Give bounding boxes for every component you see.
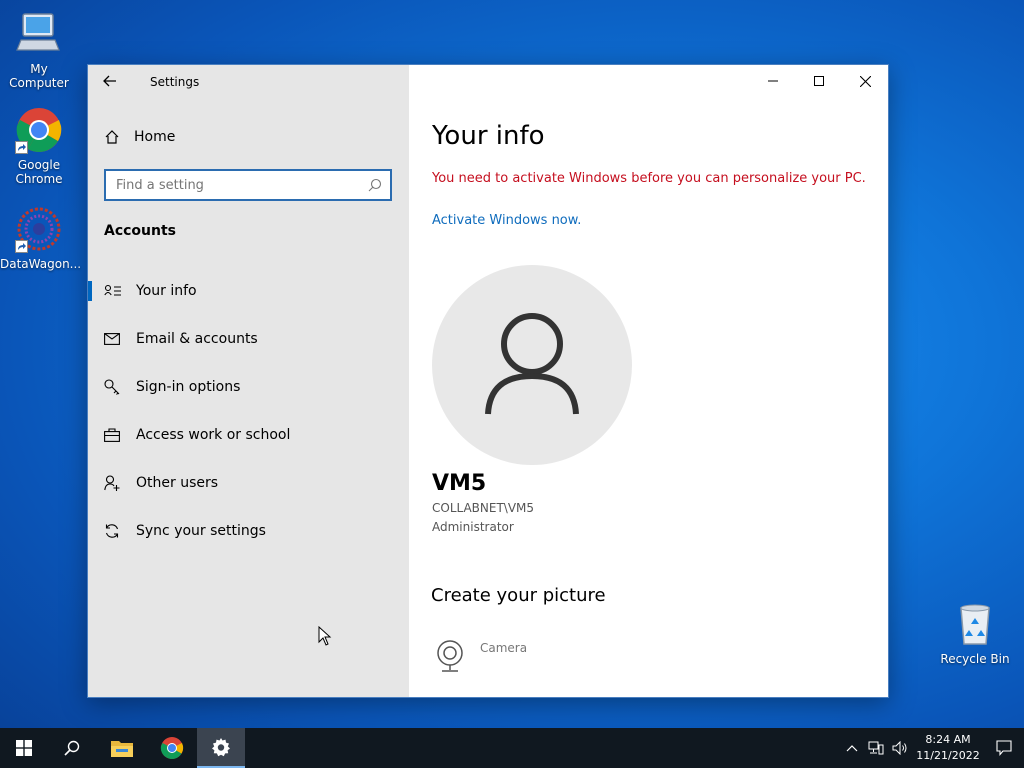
show-hidden-icons-button[interactable] (840, 728, 864, 768)
taskbar: 8:24 AM 11/21/2022 (0, 728, 1024, 768)
camera-label: Camera (480, 641, 528, 655)
close-icon (859, 75, 871, 87)
mail-icon (104, 329, 136, 349)
nav-item-label: Access work or school (136, 427, 291, 443)
network-icon (868, 741, 884, 755)
nav-item-access-work-school[interactable]: Access work or school (88, 411, 409, 459)
user-silhouette-icon (485, 313, 579, 415)
user-role: Administrator (432, 520, 514, 534)
nav-item-label: Sync your settings (136, 523, 266, 539)
accounts-nav: Your info Email & accounts Sign-in optio… (88, 267, 409, 555)
back-arrow-icon (103, 75, 116, 87)
desktop-icon-label: My Computer (9, 62, 69, 90)
home-label: Home (134, 129, 176, 145)
start-button[interactable] (0, 728, 48, 768)
taskbar-search-button[interactable] (48, 728, 96, 768)
maximize-button[interactable] (796, 65, 842, 97)
minimize-button[interactable] (750, 65, 796, 97)
taskbar-clock[interactable]: 8:24 AM 11/21/2022 (912, 732, 984, 764)
search-icon (368, 178, 382, 192)
camera-option[interactable]: Camera (434, 639, 527, 673)
folder-icon (111, 741, 133, 757)
desktop-icon-google-chrome[interactable]: Google Chrome (0, 106, 78, 186)
desktop-icon-label: Google Chrome (15, 158, 63, 186)
key-icon (104, 377, 136, 397)
nav-item-label: Sign-in options (136, 379, 241, 395)
camera-icon (437, 640, 463, 672)
speaker-icon (892, 741, 907, 755)
windows-logo-icon (16, 740, 32, 756)
nav-item-label: Your info (136, 283, 197, 299)
volume-button[interactable] (888, 728, 912, 768)
gear-icon (212, 738, 230, 757)
clock-time: 8:24 AM (925, 733, 971, 746)
home-icon (105, 130, 119, 144)
add-person-icon (104, 473, 136, 493)
create-picture-heading: Create your picture (431, 585, 606, 606)
desktop-icon-recycle-bin[interactable]: Recycle Bin (936, 600, 1014, 666)
avatar (432, 265, 632, 465)
clock-date: 11/21/2022 (916, 749, 980, 762)
shortcut-arrow-icon (15, 240, 28, 253)
mouse-cursor-icon (318, 625, 332, 650)
window-title: Settings (150, 75, 200, 89)
nav-item-your-info[interactable]: Your info (88, 267, 409, 315)
settings-window: Settings Home Accounts (87, 64, 889, 698)
network-button[interactable] (864, 728, 888, 768)
minimize-icon (768, 80, 778, 82)
maximize-icon (814, 76, 824, 86)
user-name: VM5 (432, 471, 487, 496)
computer-icon (15, 10, 63, 58)
nav-item-other-users[interactable]: Other users (88, 459, 409, 507)
content-pane: Your info You need to activate Windows b… (409, 65, 888, 697)
desktop-icon-my-computer[interactable]: My Computer (0, 10, 78, 90)
nav-item-label: Email & accounts (136, 331, 258, 347)
back-button[interactable] (102, 73, 124, 93)
search-input[interactable] (106, 171, 356, 199)
user-domain: COLLABNET\VM5 (432, 501, 535, 515)
briefcase-icon (104, 425, 136, 445)
nav-item-email-accounts[interactable]: Email & accounts (88, 315, 409, 363)
system-tray: 8:24 AM 11/21/2022 (840, 728, 1024, 768)
search-icon (64, 740, 80, 756)
section-heading: Accounts (104, 223, 177, 239)
settings-sidebar: Settings Home Accounts (88, 65, 409, 697)
home-link[interactable]: Home (104, 129, 175, 145)
activate-windows-link[interactable]: Activate Windows now. (432, 213, 581, 228)
activation-warning: You need to activate Windows before you … (432, 171, 866, 186)
chrome-icon (160, 737, 184, 759)
window-controls (750, 65, 888, 97)
nav-item-sign-in-options[interactable]: Sign-in options (88, 363, 409, 411)
taskbar-settings[interactable] (197, 728, 245, 768)
action-center-button[interactable] (984, 728, 1024, 768)
nav-item-sync-settings[interactable]: Sync your settings (88, 507, 409, 555)
page-title: Your info (432, 121, 545, 151)
desktop-icon-datawagon[interactable]: DataWagon... (0, 205, 82, 271)
chevron-up-icon (846, 745, 858, 752)
sync-icon (104, 521, 136, 541)
datawagon-icon (15, 205, 63, 253)
chrome-icon (15, 106, 63, 154)
shortcut-arrow-icon (15, 141, 28, 154)
taskbar-chrome[interactable] (148, 728, 196, 768)
close-button[interactable] (842, 65, 888, 97)
desktop-icon-label: DataWagon... (0, 257, 82, 271)
recycle-bin-icon (951, 600, 999, 648)
settings-search[interactable] (104, 169, 392, 201)
desktop-icon-label: Recycle Bin (940, 652, 1010, 666)
taskbar-file-explorer[interactable] (98, 728, 146, 768)
notification-icon (996, 740, 1012, 756)
nav-item-label: Other users (136, 475, 219, 491)
contact-card-icon (104, 281, 136, 301)
